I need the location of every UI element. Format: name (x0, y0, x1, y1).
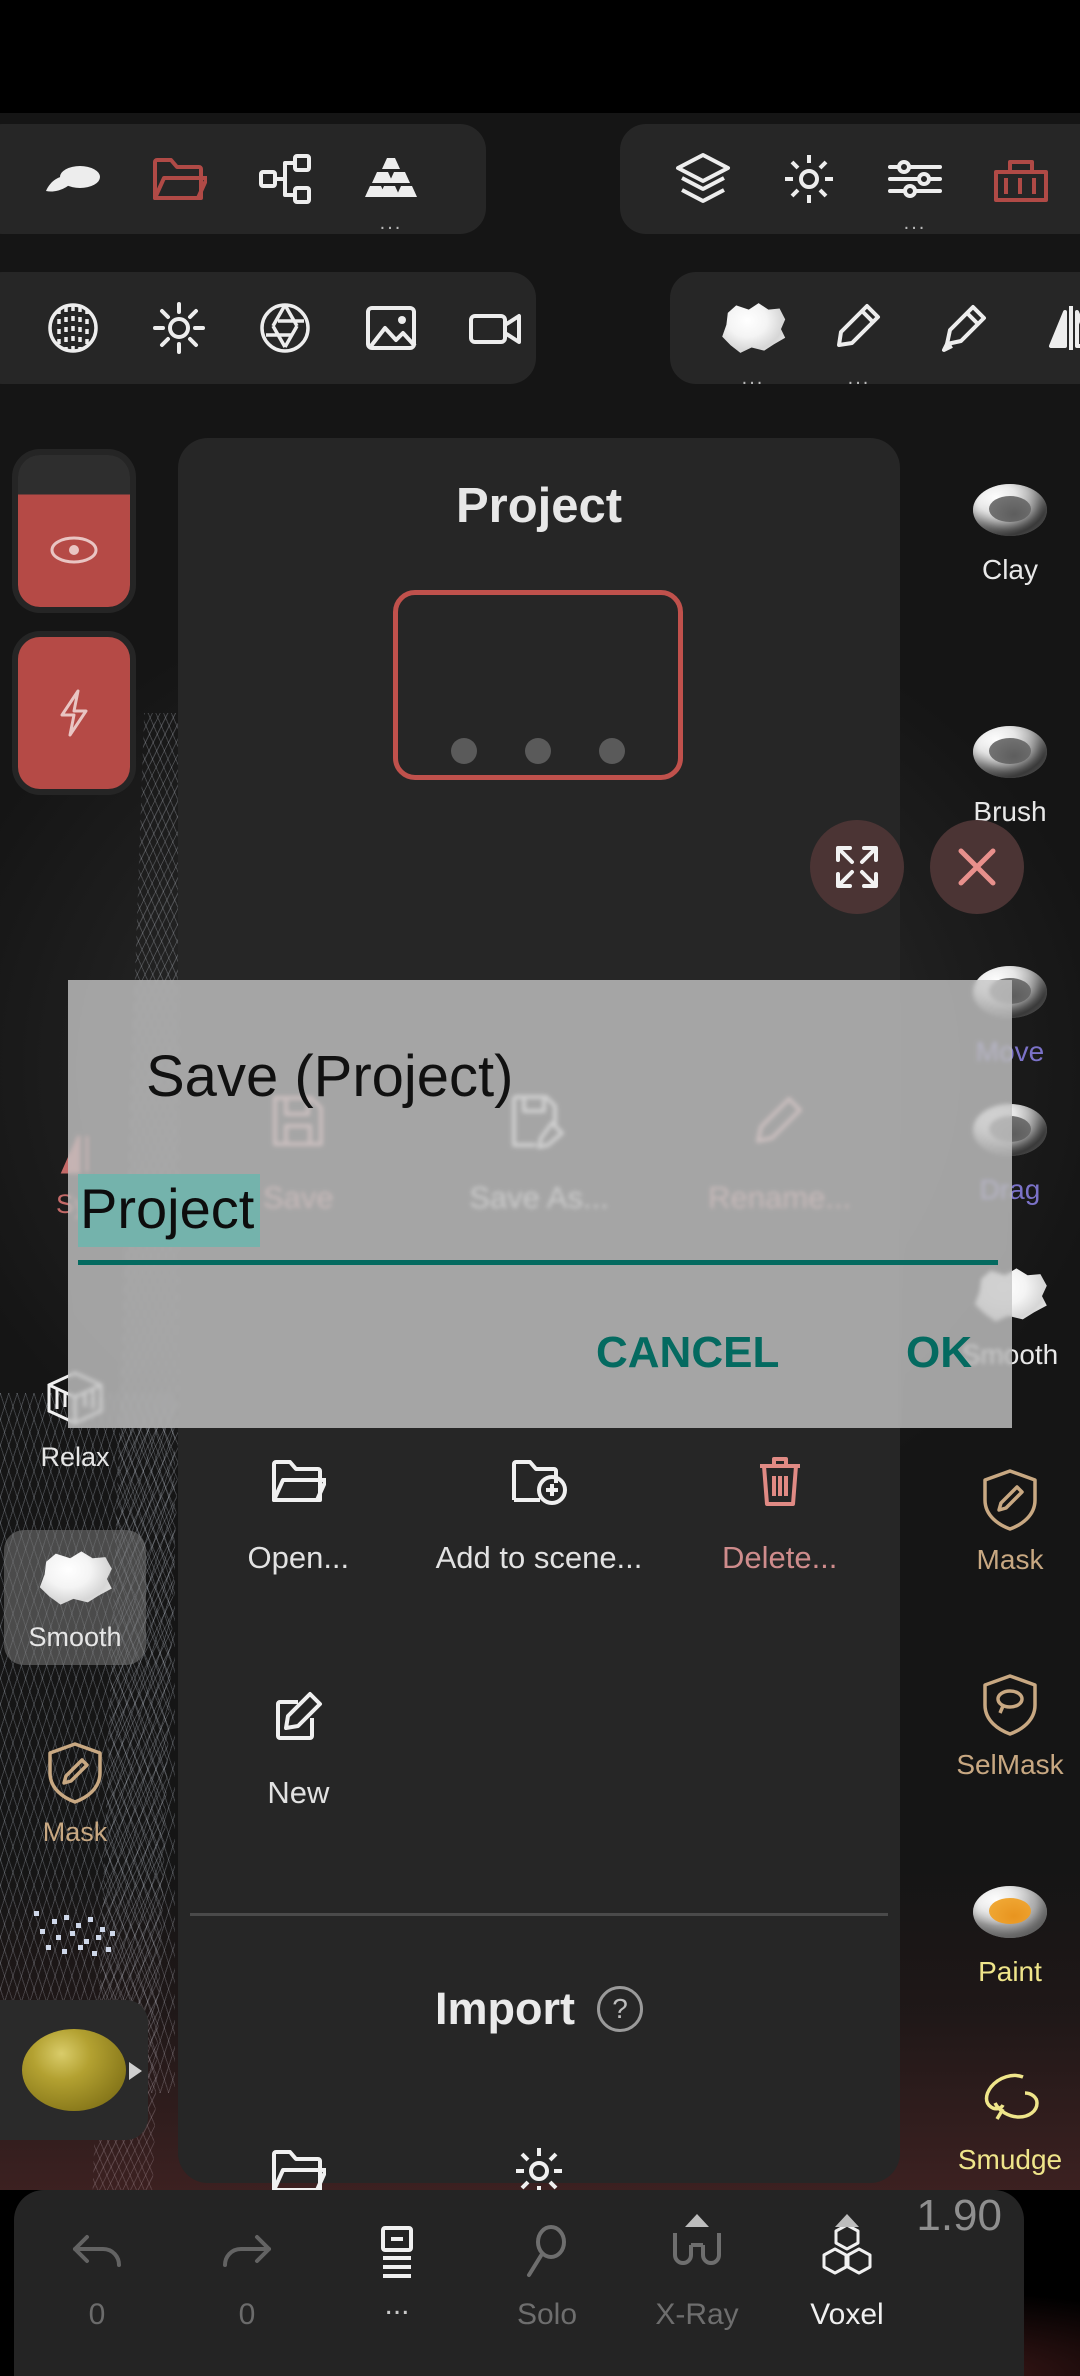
dialog-actions: CANCEL OK (68, 1300, 1012, 1420)
cancel-button[interactable]: CANCEL (596, 1328, 779, 1378)
voxel-button[interactable]: Voxel (772, 2210, 922, 2332)
ok-button[interactable]: OK (906, 1328, 972, 1378)
save-dialog: Save (Project) Project CANCEL OK (68, 980, 1012, 1428)
xray-button[interactable]: X-Ray (622, 2210, 772, 2332)
redo-button[interactable]: 0 (172, 2210, 322, 2332)
project-name-underline (78, 1260, 998, 1265)
bottom-toolbar: 0 0 ... Solo X-Ray Voxel 1.90 (14, 2190, 1024, 2376)
dialog-title: Save (Project) (146, 1044, 514, 1109)
app-version: 1.90 (916, 2191, 1002, 2240)
layers-overflow-dots[interactable]: ... (322, 2290, 472, 2320)
app-root: ... ... ... ... Relax Smooth Mask Clay B… (0, 0, 1080, 2376)
voxel-caret-icon (835, 2214, 859, 2227)
layers-list-button[interactable]: ... (322, 2210, 472, 2320)
voxel-label: Voxel (810, 2298, 884, 2331)
layers-list-icon (322, 2210, 472, 2296)
solo-magnifier-icon (472, 2210, 622, 2296)
solo-button[interactable]: Solo (472, 2210, 622, 2332)
redo-arrow-icon (172, 2210, 322, 2296)
solo-label: Solo (516, 2298, 578, 2331)
redo-count: 0 (238, 2298, 256, 2331)
undo-count: 0 (88, 2298, 106, 2331)
xray-caret-icon (685, 2214, 709, 2227)
project-name-field[interactable]: Project (78, 1174, 998, 1247)
undo-arrow-icon (22, 2210, 172, 2296)
undo-button[interactable]: 0 (22, 2210, 172, 2332)
xray-label: X-Ray (655, 2298, 739, 2331)
project-name-value[interactable]: Project (78, 1174, 261, 1247)
